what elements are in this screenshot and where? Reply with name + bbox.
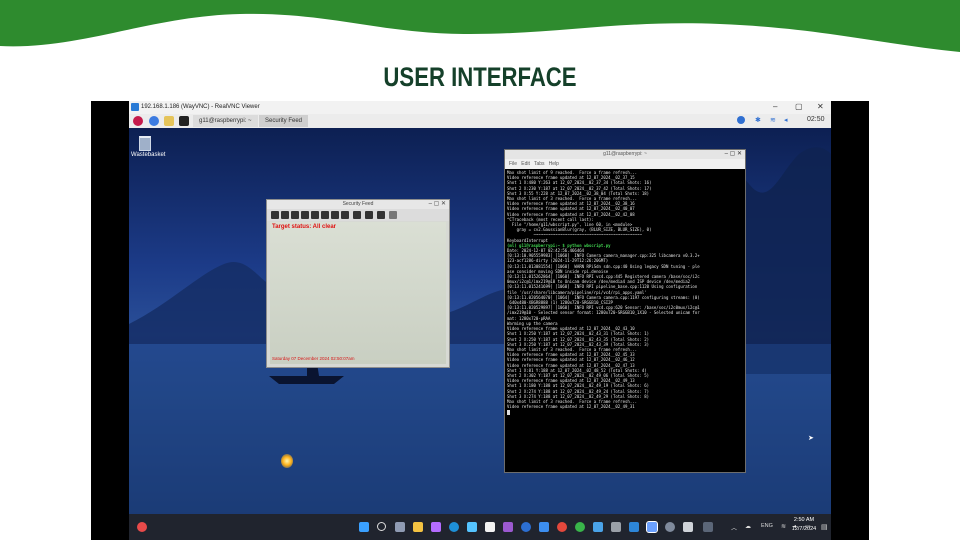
camera-view: Target status: All clear Saturday 07 Dec… [270, 222, 446, 364]
terminal-icon[interactable] [179, 116, 189, 126]
close-button[interactable]: ✕ [817, 102, 824, 111]
maximize-button[interactable]: ▢ [795, 102, 803, 111]
terminal-app-icon[interactable] [611, 522, 621, 532]
lantern-glow [281, 454, 293, 468]
terminal-titlebar[interactable]: g11@raspberrypi: ~ – ▢ ✕ [505, 150, 745, 159]
properties-icon[interactable] [377, 211, 385, 219]
zoom-out-icon[interactable] [321, 211, 329, 219]
chrome-icon[interactable] [521, 522, 531, 532]
widgets-icon[interactable] [137, 522, 147, 532]
terminal-window-controls[interactable]: – ▢ ✕ [725, 150, 742, 159]
app-icon[interactable] [503, 522, 513, 532]
update-icon[interactable] [737, 116, 745, 124]
terminal-output[interactable]: Max shot limit of 9 reached. Force a fra… [507, 170, 743, 470]
security-feed-window-controls[interactable]: – ▢ ✕ [429, 200, 446, 209]
notepad-icon[interactable] [485, 522, 495, 532]
zoom-icon[interactable] [311, 211, 319, 219]
home-icon[interactable] [271, 211, 279, 219]
task-view-icon[interactable] [395, 522, 405, 532]
folder-icon[interactable] [164, 116, 174, 126]
security-feed-title: Security Feed [342, 201, 374, 207]
terminal-window[interactable]: g11@raspberrypi: ~ – ▢ ✕ File Edit Tabs … [504, 149, 746, 473]
taskbar-item-security-feed[interactable]: Security Feed [259, 115, 309, 127]
copy-icon[interactable] [353, 211, 361, 219]
wastebasket-label: Wastebasket [131, 152, 166, 158]
vnc-title-bar[interactable]: 192.168.1.186 (WayVNC) - RealVNC Viewer … [129, 101, 831, 114]
cloud-icon[interactable]: ☁ [745, 523, 751, 530]
chevron-up-icon[interactable]: ︿ [731, 523, 737, 532]
notification-icon[interactable]: ▤ [821, 523, 828, 531]
vnc-viewer-icon[interactable] [646, 521, 658, 533]
file-explorer-icon[interactable] [413, 522, 423, 532]
snipping-tool-icon[interactable] [683, 522, 693, 532]
vnc-app-icon [131, 103, 139, 111]
mouse-cursor: ➤ [808, 435, 814, 442]
security-feed-titlebar[interactable]: Security Feed – ▢ ✕ [267, 200, 449, 209]
terminal-title: g11@raspberrypi: ~ [603, 151, 647, 157]
menu-tabs[interactable]: Tabs [534, 161, 545, 167]
slide-title: USER INTERFACE [383, 62, 577, 92]
security-feed-toolbar [267, 209, 449, 221]
pan-icon[interactable] [301, 211, 309, 219]
edge-icon[interactable] [449, 522, 459, 532]
settings-app-icon[interactable] [665, 522, 675, 532]
wifi-icon[interactable]: ≋ [770, 116, 776, 124]
copilot-icon[interactable] [431, 522, 441, 532]
start-icon[interactable] [359, 522, 369, 532]
security-feed-window[interactable]: Security Feed – ▢ ✕ Target status: All c… [266, 199, 450, 368]
zoom-in-icon[interactable] [331, 211, 339, 219]
settings-icon[interactable] [389, 211, 397, 219]
raspberry-icon[interactable] [133, 116, 143, 126]
forward-icon[interactable] [291, 211, 299, 219]
minimize-button[interactable]: – [773, 102, 777, 111]
camera-timestamp: Saturday 07 December 2024 02:50:07am [272, 356, 355, 361]
volume-icon[interactable]: ◂ [784, 116, 788, 124]
photos-icon[interactable] [539, 522, 549, 532]
vscode-icon[interactable] [629, 522, 639, 532]
browser-icon[interactable] [557, 522, 567, 532]
pi-top-panel: g11@raspberrypi: ~ Security Feed ✱ ≋ ◂ 0… [129, 114, 831, 128]
menu-file[interactable]: File [509, 161, 517, 167]
globe-icon[interactable] [149, 116, 159, 126]
screenshot: 192.168.1.186 (WayVNC) - RealVNC Viewer … [91, 101, 869, 540]
chat-icon[interactable] [575, 522, 585, 532]
wastebasket-desktop-icon[interactable]: Wastebasket [131, 136, 165, 158]
menu-help[interactable]: Help [549, 161, 559, 167]
windows-taskbar: ︿ ☁ ENG ≋ ◂ ▭ 2:50 AM 12/7/2024 ▤ [129, 514, 831, 540]
remote-desktop: g11@raspberrypi: ~ Security Feed ✱ ≋ ◂ 0… [129, 114, 831, 514]
remote-icon[interactable] [703, 522, 713, 532]
terminal-menu: File Edit Tabs Help [505, 159, 745, 169]
search-icon[interactable] [377, 522, 386, 531]
header-wave [0, 0, 960, 52]
rotate-icon[interactable] [341, 211, 349, 219]
bluetooth-icon[interactable]: ✱ [755, 116, 761, 124]
vnc-window-title: 192.168.1.186 (WayVNC) - RealVNC Viewer [141, 104, 260, 110]
menu-edit[interactable]: Edit [521, 161, 530, 167]
taskbar-item-terminal[interactable]: g11@raspberrypi: ~ [193, 115, 258, 127]
back-icon[interactable] [281, 211, 289, 219]
trash-icon [139, 136, 151, 151]
save-icon[interactable] [365, 211, 373, 219]
document-icon[interactable] [593, 522, 603, 532]
language-indicator[interactable]: ENG [761, 523, 773, 529]
terminal-cursor [507, 409, 510, 415]
target-status-text: Target status: All clear [272, 224, 337, 230]
terminal-line: Video reference frame updated at 12_07_2… [507, 404, 635, 410]
pi-clock: 02:50 [807, 116, 825, 123]
store-icon[interactable] [467, 522, 477, 532]
